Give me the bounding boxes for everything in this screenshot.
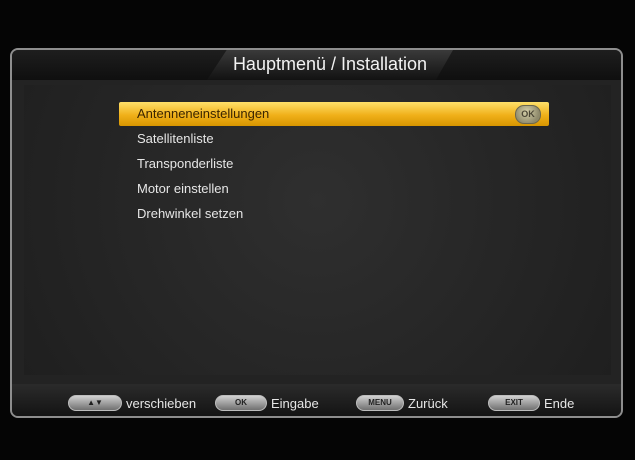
footer-back[interactable]: MENU Zurück: [356, 395, 448, 411]
page-title: Hauptmenü / Installation: [232, 54, 428, 74]
footer-back-label: Zurück: [408, 395, 448, 411]
ok-key-icon: OK: [215, 395, 267, 411]
menu-item-label: Motor einstellen: [137, 181, 229, 196]
updown-key-icon: ▲▼: [68, 395, 122, 411]
menu-item-transponderliste[interactable]: Transponderliste: [119, 152, 549, 176]
footer-move[interactable]: ▲▼ verschieben: [68, 395, 196, 411]
menu-item-motor-einstellen[interactable]: Motor einstellen: [119, 177, 549, 201]
ok-icon: OK: [515, 105, 541, 124]
menu-item-label: Antenneneinstellungen: [137, 106, 270, 121]
menu-panel: Antenneneinstellungen OK Satellitenliste…: [24, 85, 611, 375]
footer-enter-label: Eingabe: [271, 395, 319, 411]
menu-list: Antenneneinstellungen OK Satellitenliste…: [119, 102, 549, 227]
menu-item-label: Transponderliste: [137, 156, 234, 171]
installation-menu-window: Hauptmenü / Installation Antenneneinstel…: [10, 48, 623, 418]
menu-item-satellitenliste[interactable]: Satellitenliste: [119, 127, 549, 151]
footer-move-label: verschieben: [126, 395, 197, 411]
menu-item-label: Drehwinkel setzen: [137, 206, 244, 221]
menu-item-label: Satellitenliste: [137, 131, 214, 146]
menu-item-antenneneinstellungen[interactable]: Antenneneinstellungen OK: [119, 102, 549, 126]
exit-key-icon: EXIT: [488, 395, 540, 411]
footer-exit[interactable]: EXIT Ende: [488, 395, 574, 411]
menu-key-icon: MENU: [356, 395, 404, 411]
footer-exit-label: Ende: [544, 395, 575, 411]
title-bar: Hauptmenü / Installation: [12, 50, 621, 80]
footer-enter[interactable]: OK Eingabe: [215, 395, 319, 411]
menu-item-drehwinkel-setzen[interactable]: Drehwinkel setzen: [119, 202, 549, 226]
footer-bar: ▲▼ verschieben OK Eingabe MENU Zurück EX…: [12, 384, 621, 416]
